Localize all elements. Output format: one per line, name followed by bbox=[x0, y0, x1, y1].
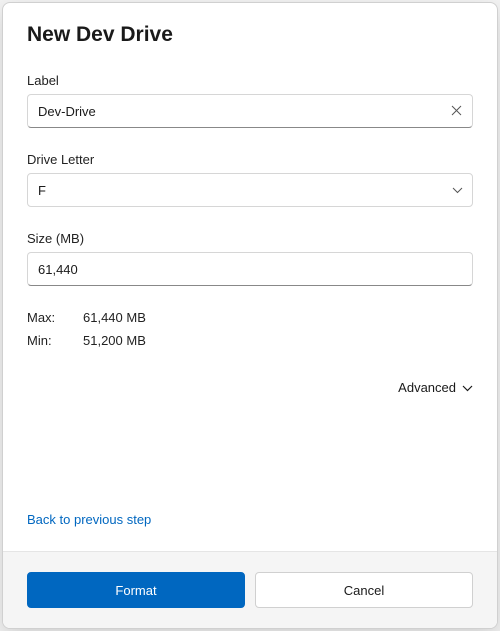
size-input[interactable] bbox=[27, 252, 473, 286]
advanced-button[interactable]: Advanced bbox=[398, 380, 473, 395]
cancel-button[interactable]: Cancel bbox=[255, 572, 473, 608]
dialog-body: New Dev Drive Label Drive Letter F Size … bbox=[3, 3, 497, 551]
label-input[interactable] bbox=[27, 94, 473, 128]
new-dev-drive-dialog: New Dev Drive Label Drive Letter F Size … bbox=[2, 2, 498, 629]
advanced-row: Advanced bbox=[27, 380, 473, 395]
spacer bbox=[27, 395, 473, 512]
max-label: Max: bbox=[27, 310, 83, 325]
drive-letter-select-wrap: F bbox=[27, 173, 473, 207]
min-label: Min: bbox=[27, 333, 83, 348]
advanced-label: Advanced bbox=[398, 380, 456, 395]
format-button[interactable]: Format bbox=[27, 572, 245, 608]
chevron-down-icon bbox=[462, 380, 473, 395]
clear-label-button[interactable] bbox=[443, 98, 469, 124]
back-to-previous-link[interactable]: Back to previous step bbox=[27, 512, 473, 527]
label-field-label: Label bbox=[27, 73, 473, 88]
max-value: 61,440 MB bbox=[83, 310, 146, 325]
size-field-label: Size (MB) bbox=[27, 231, 473, 246]
dialog-footer: Format Cancel bbox=[3, 551, 497, 628]
label-input-wrap bbox=[27, 94, 473, 128]
close-icon bbox=[451, 103, 462, 120]
min-value: 51,200 MB bbox=[83, 333, 146, 348]
min-size-row: Min: 51,200 MB bbox=[27, 333, 473, 348]
size-input-wrap bbox=[27, 252, 473, 286]
dialog-title: New Dev Drive bbox=[27, 23, 473, 47]
drive-letter-select[interactable]: F bbox=[27, 173, 473, 207]
max-size-row: Max: 61,440 MB bbox=[27, 310, 473, 325]
drive-letter-field-label: Drive Letter bbox=[27, 152, 473, 167]
